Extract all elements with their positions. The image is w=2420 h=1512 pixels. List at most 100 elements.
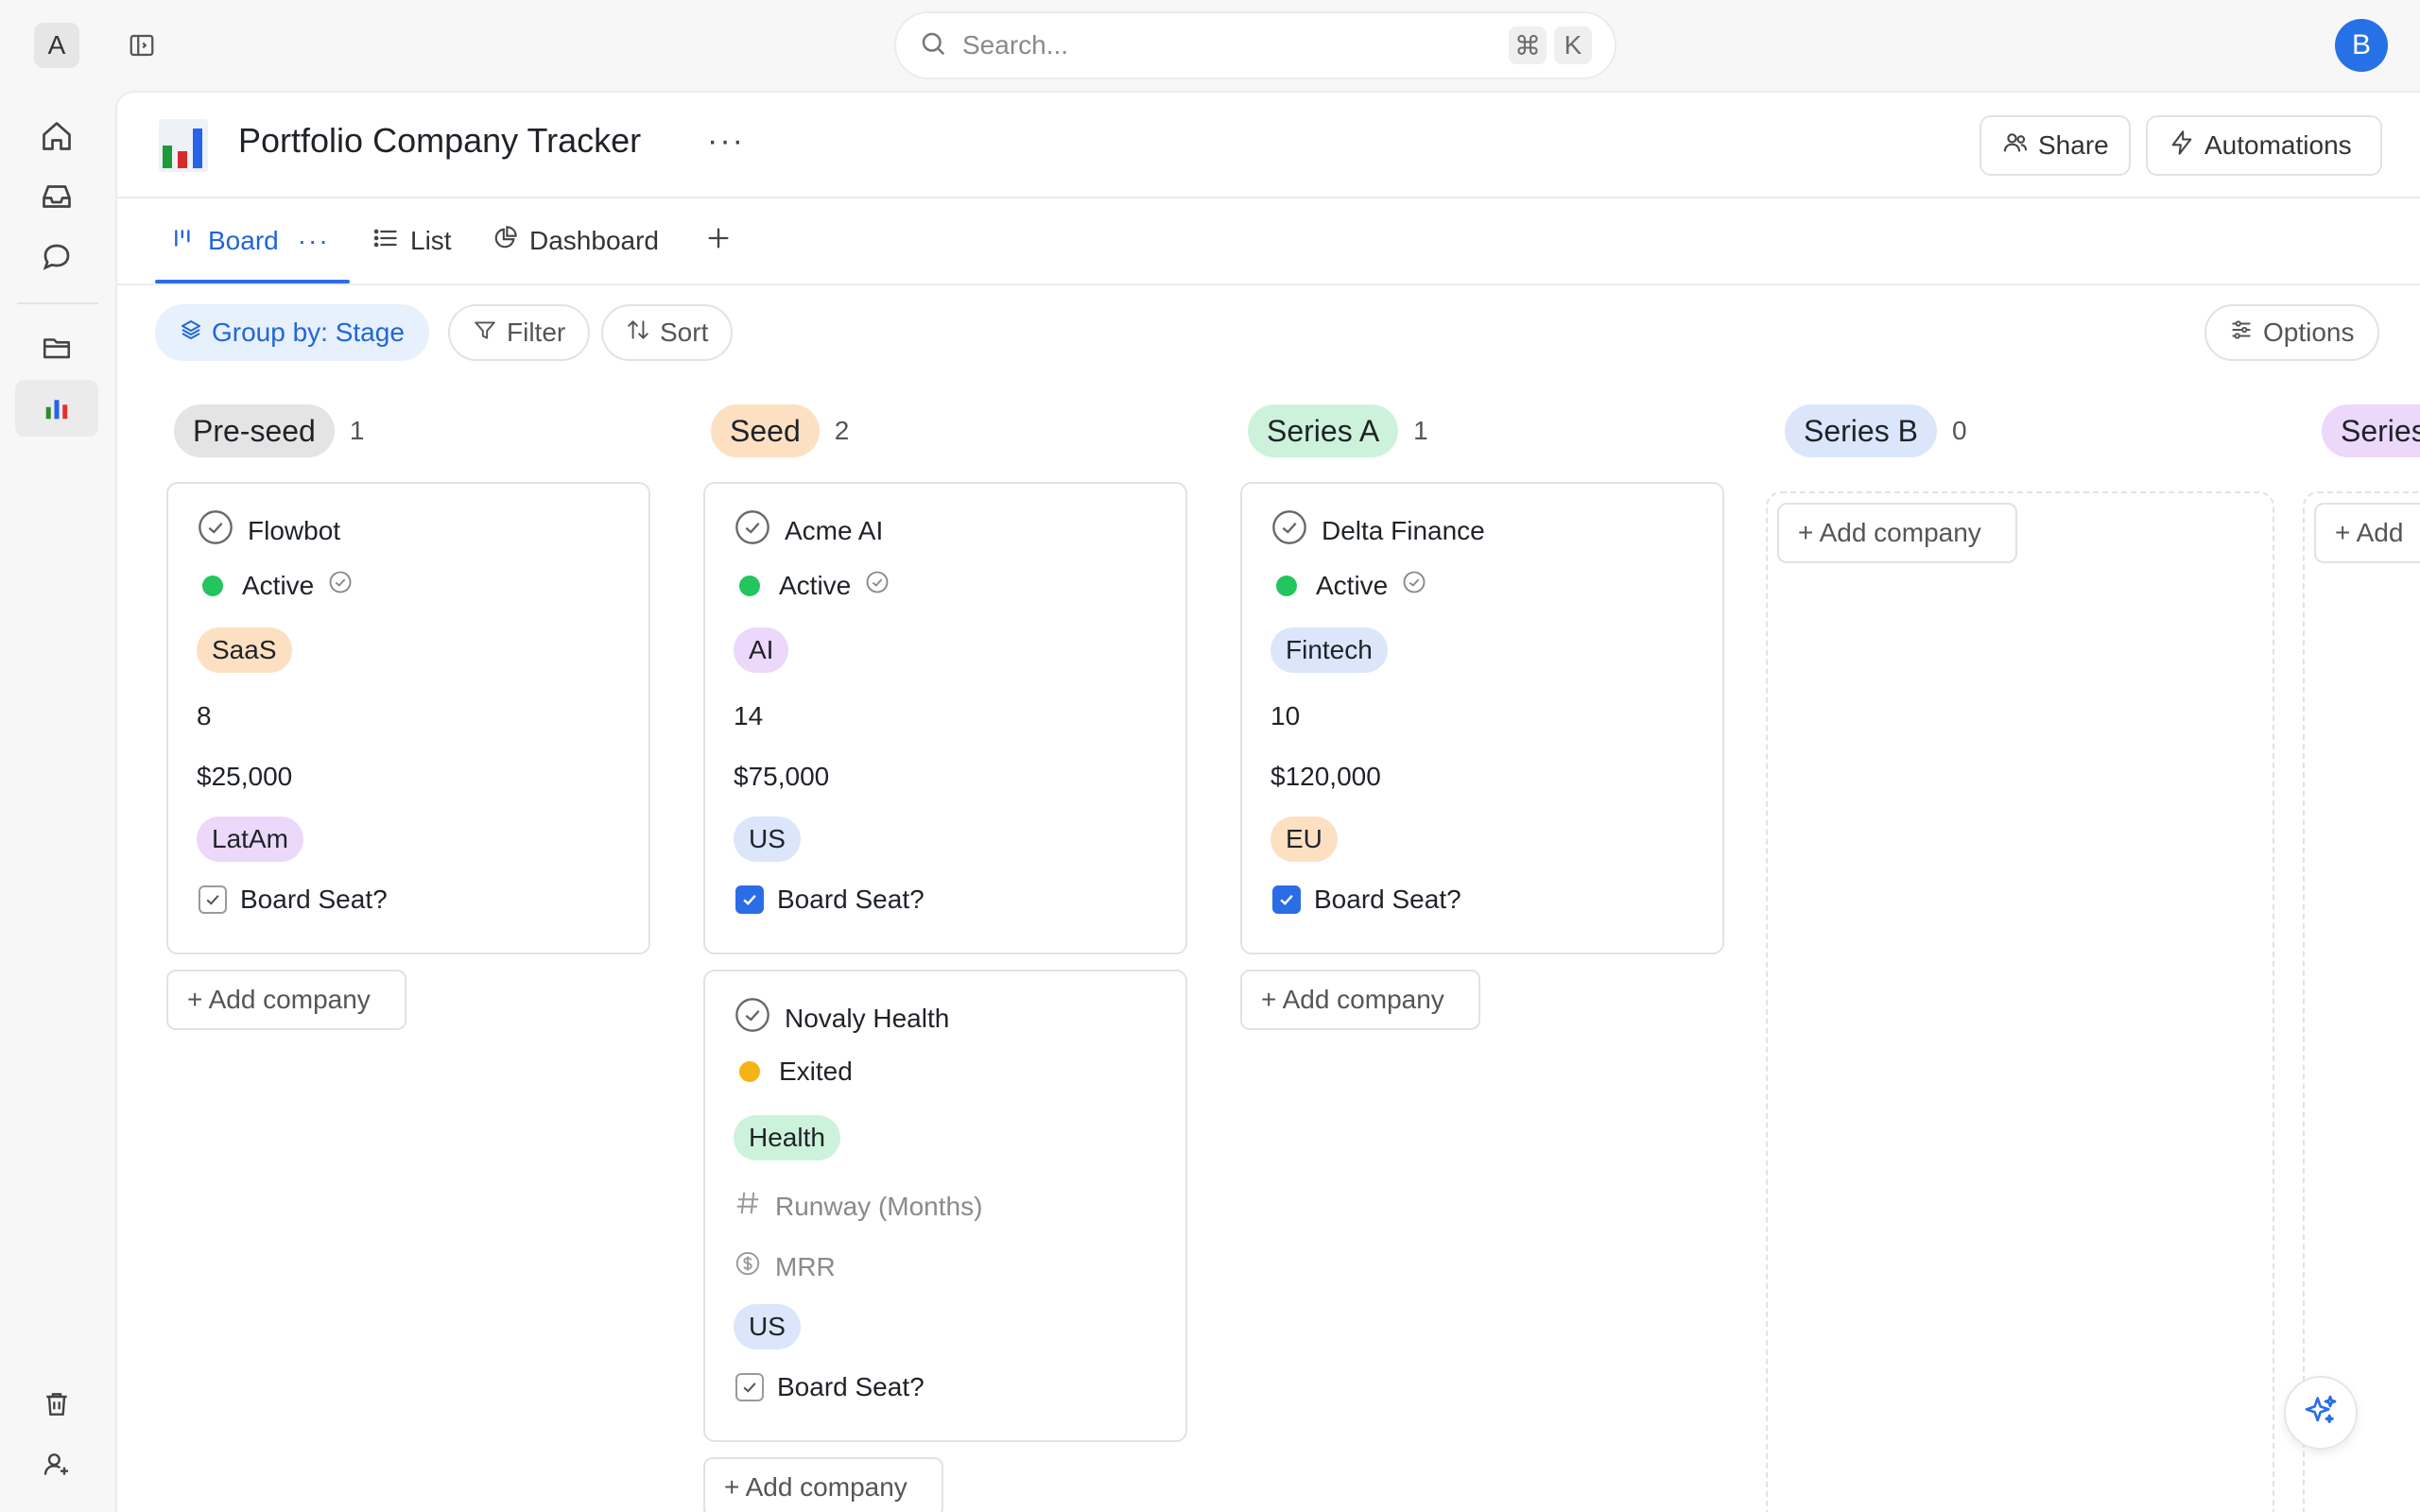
card-mrr-row[interactable]: MRR: [734, 1249, 836, 1284]
mrr-value: $120,000: [1270, 762, 1381, 791]
search-bar[interactable]: Search... ⌘ K: [894, 11, 1616, 79]
sort-button[interactable]: Sort: [601, 304, 734, 361]
search-icon: [919, 29, 947, 62]
options-icon: [2229, 318, 2254, 349]
board-seat-checkbox[interactable]: [735, 885, 764, 914]
column-header: Series A 1: [1248, 404, 1428, 457]
check-circle-icon[interactable]: [197, 508, 234, 553]
card-status-row: Active: [197, 569, 354, 602]
group-by-button[interactable]: Group by: Stage: [155, 304, 429, 361]
card-board-seat-row: Board Seat?: [734, 1372, 925, 1402]
chart-icon[interactable]: [15, 380, 98, 437]
view-tabs: Board ··· List Dashboard: [117, 198, 2420, 285]
share-icon: [2002, 129, 2029, 163]
check-circle-icon[interactable]: [1270, 508, 1308, 553]
add-company-button[interactable]: + Add company: [703, 1457, 943, 1512]
ai-assistant-button[interactable]: [2284, 1376, 2358, 1450]
search-placeholder: Search...: [962, 30, 1069, 60]
add-company-button[interactable]: + Add company: [1777, 503, 2017, 563]
card-name-row: Acme AI: [734, 508, 883, 553]
region-tag: US: [734, 1304, 801, 1349]
company-card[interactable]: Flowbot Active SaaS 8 $25,000 LatAm Boar…: [166, 482, 650, 954]
empty-column-dropzone[interactable]: [2303, 491, 2420, 1512]
board-icon: [172, 226, 197, 257]
region-tag: LatAm: [197, 816, 303, 862]
add-view-button[interactable]: [705, 198, 732, 284]
filter-label: Filter: [507, 318, 566, 347]
stage-pill[interactable]: Series B: [1785, 404, 1937, 457]
stage-pill[interactable]: Series A: [1248, 404, 1399, 457]
board-toolbar: Group by: Stage Filter Sort Options: [117, 304, 2420, 365]
workspace-avatar[interactable]: A: [34, 23, 79, 68]
board-seat-checkbox[interactable]: [735, 1373, 764, 1401]
column-count: 0: [1951, 416, 1967, 445]
card-industry-row: AI: [734, 627, 789, 673]
plus-icon: [705, 225, 732, 258]
empty-column-dropzone[interactable]: [1766, 491, 2274, 1512]
card-runway-row: 10: [1270, 701, 1300, 731]
status-dot: [739, 1061, 760, 1082]
stage-pill[interactable]: Seed: [711, 404, 820, 457]
filter-button[interactable]: Filter: [448, 304, 591, 361]
card-board-seat-row: Board Seat?: [734, 885, 925, 915]
column-header: Pre-seed 1: [174, 404, 364, 457]
share-button[interactable]: Share: [1979, 115, 2131, 176]
list-icon: [372, 225, 399, 258]
column-count: 2: [834, 416, 850, 445]
status-dot: [1276, 575, 1297, 596]
company-card[interactable]: Novaly Health Exited Health Runway (Mont…: [703, 970, 1187, 1442]
board-seat-checkbox[interactable]: [199, 885, 227, 914]
sparkle-icon: [2302, 1392, 2340, 1435]
check-circle-icon[interactable]: [734, 996, 771, 1040]
automations-button[interactable]: Automations: [2146, 115, 2382, 176]
layers-icon: [180, 318, 202, 348]
user-avatar[interactable]: B: [2335, 19, 2388, 72]
tab-board-more-button[interactable]: ···: [298, 226, 330, 256]
stage-pill[interactable]: Pre-seed: [174, 404, 335, 457]
card-status-row: Exited: [734, 1057, 853, 1087]
card-industry-row: Health: [734, 1115, 840, 1160]
check-circle-icon[interactable]: [734, 508, 771, 553]
column-count: 1: [349, 416, 365, 445]
card-status-row: Active: [734, 569, 890, 602]
folder-icon[interactable]: [34, 325, 79, 370]
industry-tag: Health: [734, 1115, 840, 1160]
board-seat-checkbox[interactable]: [1272, 885, 1301, 914]
board-seat-label: Board Seat?: [777, 885, 925, 914]
status-label: Exited: [779, 1057, 853, 1086]
company-card[interactable]: Delta Finance Active Fintech 10 $120,000…: [1240, 482, 1724, 954]
sidebar-toggle-icon[interactable]: [123, 26, 161, 64]
home-icon[interactable]: [34, 113, 79, 159]
company-name: Novaly Health: [785, 1003, 950, 1033]
add-company-button[interactable]: + Add company: [1240, 970, 1480, 1030]
industry-tag: Fintech: [1270, 627, 1388, 673]
tab-board-label: Board: [208, 226, 279, 255]
top-bar: A Search... ⌘ K B: [0, 0, 2420, 91]
mrr-value: $75,000: [734, 762, 830, 791]
stage-pill[interactable]: Series: [2322, 404, 2420, 457]
tab-board[interactable]: Board ···: [172, 198, 330, 284]
card-runway-row[interactable]: Runway (Months): [734, 1189, 982, 1224]
board-seat-label: Board Seat?: [777, 1372, 925, 1401]
page-more-button[interactable]: ···: [707, 123, 745, 160]
sort-icon: [626, 318, 650, 349]
dollar-icon: [734, 1249, 762, 1284]
inbox-icon[interactable]: [34, 174, 79, 219]
tab-dashboard[interactable]: Dashboard: [492, 198, 659, 284]
card-name-row: Flowbot: [197, 508, 340, 553]
chat-icon[interactable]: [34, 234, 79, 280]
trash-icon[interactable]: [34, 1382, 79, 1427]
verified-icon: [864, 569, 890, 602]
card-status-row: Active: [1270, 569, 1427, 602]
options-button[interactable]: Options: [2204, 304, 2379, 361]
card-runway-row: 14: [734, 701, 763, 731]
status-dot: [739, 575, 760, 596]
verified-icon: [1401, 569, 1427, 602]
add-company-button[interactable]: + Add: [2314, 503, 2420, 563]
verified-icon: [327, 569, 354, 602]
user-add-icon[interactable]: [34, 1442, 79, 1487]
tab-list[interactable]: List: [372, 198, 452, 284]
tab-dashboard-label: Dashboard: [529, 226, 659, 255]
company-card[interactable]: Acme AI Active AI 14 $75,000 US Board Se…: [703, 482, 1187, 954]
add-company-button[interactable]: + Add company: [166, 970, 406, 1030]
